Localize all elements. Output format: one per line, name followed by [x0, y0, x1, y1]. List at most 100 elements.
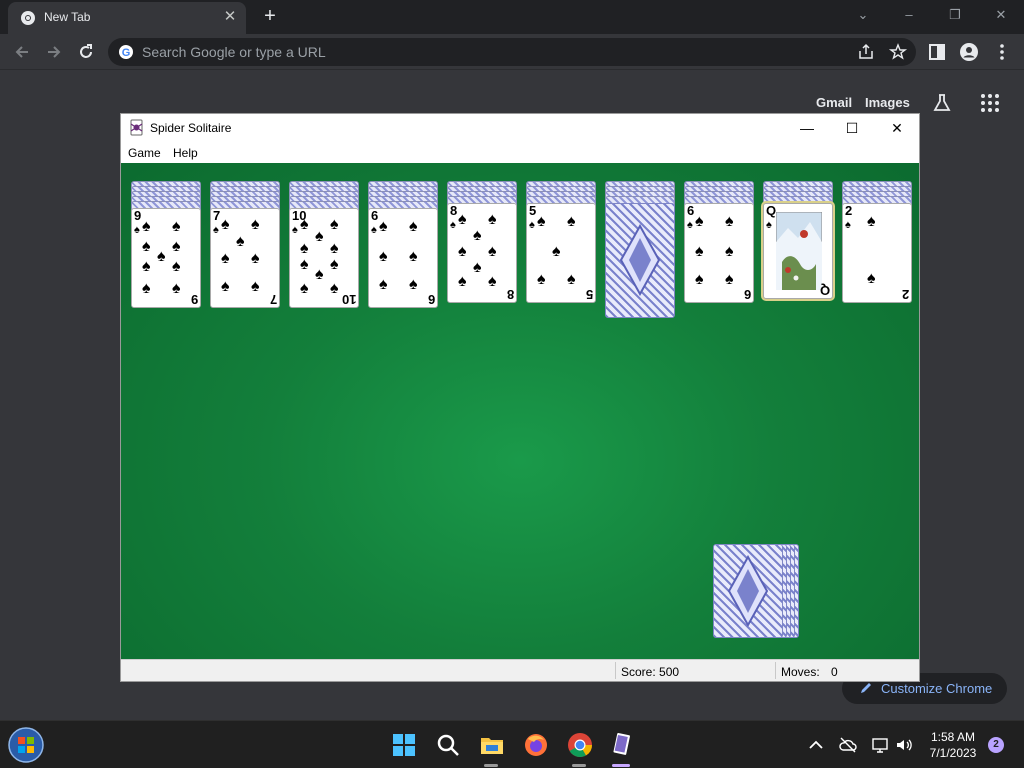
minimize-icon[interactable]: – — [895, 4, 923, 26]
spider-maximize-icon[interactable]: ☐ — [832, 117, 872, 139]
spade-icon: ♠ — [300, 280, 309, 297]
notification-badge[interactable]: 2 — [988, 737, 1004, 753]
face-up-card[interactable]: 6 ♠ ♠ ♠ ♠ ♠ ♠ ♠ 6 — [368, 208, 438, 308]
spade-icon: ♠ — [142, 238, 151, 255]
spade-icon: ♠ — [172, 258, 181, 275]
tableau-column[interactable]: 9 ♠ ♠ ♠ ♠ ♠ ♠ ♠ ♠ ♠ ♠ 9 — [131, 181, 201, 321]
apps-grid-icon[interactable] — [980, 93, 1000, 113]
spade-icon: ♠ — [379, 248, 388, 265]
face-up-card[interactable]: 8 ♠ ♠ ♠ ♠ ♠ ♠ ♠ ♠ ♠ 8 — [447, 203, 517, 303]
face-up-card[interactable]: 7 ♠ ♠ ♠ ♠ ♠ ♠ ♠ ♠ 7 — [210, 208, 280, 308]
taskbar-clock[interactable]: 1:58 AM 7/1/2023 — [922, 729, 984, 761]
tableau-column[interactable]: 7 ♠ ♠ ♠ ♠ ♠ ♠ ♠ ♠ 7 — [210, 181, 280, 321]
new-tab-button[interactable]: + — [259, 5, 281, 27]
chrome-taskbar-icon[interactable] — [566, 731, 594, 759]
back-icon[interactable] — [12, 42, 32, 62]
face-up-card[interactable]: 5 ♠ ♠ ♠ ♠ ♠ ♠ 5 — [526, 203, 596, 303]
omnibox[interactable]: G Search Google or type a URL — [108, 38, 916, 66]
spade-icon: ♠ — [867, 213, 876, 230]
spade-icon: ♠ — [473, 259, 482, 276]
spade-icon: ♠ — [695, 213, 704, 230]
spade-icon: ♠ — [725, 271, 734, 288]
face-up-card[interactable]: 2 ♠ ♠ ♠ 2 — [842, 203, 912, 303]
face-down-card[interactable] — [605, 203, 675, 318]
tableau-column[interactable]: 6 ♠ ♠ ♠ ♠ ♠ ♠ ♠ 6 — [368, 181, 438, 321]
close-tab-icon[interactable]: ✕ — [222, 9, 238, 25]
spade-icon: ♠ — [134, 224, 140, 236]
spade-icon: ♠ — [409, 276, 418, 293]
menu-game[interactable]: Game — [128, 146, 161, 160]
face-up-card[interactable]: 10 ♠ ♠ ♠ ♠ ♠ ♠ ♠ ♠ ♠ ♠ ♠ 10 — [289, 208, 359, 308]
spade-icon: ♠ — [537, 213, 546, 230]
card-rank-inverted: 8 — [506, 287, 514, 302]
spade-icon: ♠ — [567, 213, 576, 230]
card-rank: 8 — [450, 203, 458, 218]
spider-minimize-icon[interactable]: — — [787, 117, 827, 139]
spade-icon: ♠ — [172, 218, 181, 235]
face-up-card[interactable]: Q ♠ Q — [763, 203, 833, 299]
bookmark-star-icon[interactable] — [888, 42, 908, 62]
profile-icon[interactable] — [959, 42, 979, 62]
card-rank: 6 — [371, 208, 379, 223]
score-text: Score: 500 — [621, 665, 680, 679]
tableau-column[interactable]: 10 ♠ ♠ ♠ ♠ ♠ ♠ ♠ ♠ ♠ ♠ ♠ 10 — [289, 181, 359, 321]
network-icon[interactable] — [870, 735, 890, 755]
tab-search-icon[interactable]: ⌄ — [849, 4, 877, 26]
menu-kebab-icon[interactable] — [992, 42, 1012, 62]
spider-solitaire-taskbar-icon[interactable] — [608, 731, 636, 759]
explorer-running-indicator — [484, 764, 498, 767]
spade-icon: ♠ — [221, 250, 230, 267]
card-rank: 7 — [213, 208, 221, 223]
stock-pile[interactable] — [713, 544, 799, 638]
status-divider — [775, 662, 776, 679]
spade-icon: ♠ — [300, 216, 309, 233]
stock-card — [713, 544, 783, 638]
images-link[interactable]: Images — [865, 95, 910, 110]
side-panel-icon[interactable] — [927, 42, 947, 62]
spider-active-indicator — [612, 764, 630, 767]
spade-icon: ♠ — [157, 248, 166, 265]
reload-icon[interactable] — [76, 42, 96, 62]
queen-artwork-icon — [776, 212, 822, 290]
gmail-link[interactable]: Gmail — [816, 95, 852, 110]
tableau-column[interactable]: Q ♠ Q — [763, 181, 833, 321]
search-icon[interactable] — [434, 731, 462, 759]
spade-icon: ♠ — [251, 250, 260, 267]
volume-icon[interactable] — [894, 735, 914, 755]
restore-icon[interactable]: ❐ — [941, 4, 969, 26]
close-window-icon[interactable]: ✕ — [987, 4, 1015, 26]
tableau-column[interactable]: 6 ♠ ♠ ♠ ♠ ♠ ♠ ♠ 6 — [684, 181, 754, 321]
tableau-column[interactable]: 8 ♠ ♠ ♠ ♠ ♠ ♠ ♠ ♠ ♠ 8 — [447, 181, 517, 321]
spade-icon: ♠ — [488, 273, 497, 290]
forward-icon[interactable] — [44, 42, 64, 62]
tableau-column[interactable]: 2 ♠ ♠ ♠ 2 — [842, 181, 912, 321]
chevron-up-icon[interactable] — [806, 735, 826, 755]
windows-start-icon[interactable] — [390, 731, 418, 759]
menu-help[interactable]: Help — [173, 146, 198, 160]
spider-menu-bar: Game Help — [121, 141, 919, 163]
spider-close-icon[interactable]: ✕ — [877, 117, 917, 139]
spade-icon: ♠ — [371, 224, 377, 236]
firefox-icon[interactable] — [522, 731, 550, 759]
spider-title: Spider Solitaire — [150, 121, 232, 135]
spade-icon: ♠ — [473, 227, 482, 244]
spade-icon: ♠ — [766, 219, 772, 231]
tableau-column[interactable]: 5 ♠ ♠ ♠ ♠ ♠ ♠ 5 — [526, 181, 596, 321]
card-rank-inverted: 2 — [901, 287, 909, 302]
cloud-offline-icon[interactable] — [838, 735, 858, 755]
tab-strip: New Tab ✕ + ⌄ – ❐ ✕ — [0, 0, 1024, 34]
status-divider — [615, 662, 616, 679]
tableau-column[interactable] — [605, 181, 675, 321]
spade-icon: ♠ — [458, 243, 467, 260]
face-up-card[interactable]: 6 ♠ ♠ ♠ ♠ ♠ ♠ ♠ 6 — [684, 203, 754, 303]
spade-icon: ♠ — [552, 243, 561, 260]
spade-icon: ♠ — [300, 240, 309, 257]
face-up-card[interactable]: 9 ♠ ♠ ♠ ♠ ♠ ♠ ♠ ♠ ♠ ♠ 9 — [131, 208, 201, 308]
file-explorer-icon[interactable] — [478, 731, 506, 759]
spade-icon: ♠ — [172, 238, 181, 255]
tab-title: New Tab — [44, 10, 91, 24]
start-orb-icon[interactable] — [8, 727, 44, 763]
labs-flask-icon[interactable] — [931, 92, 953, 114]
tab-new-tab[interactable]: New Tab ✕ — [8, 2, 246, 34]
share-icon[interactable] — [856, 42, 876, 62]
